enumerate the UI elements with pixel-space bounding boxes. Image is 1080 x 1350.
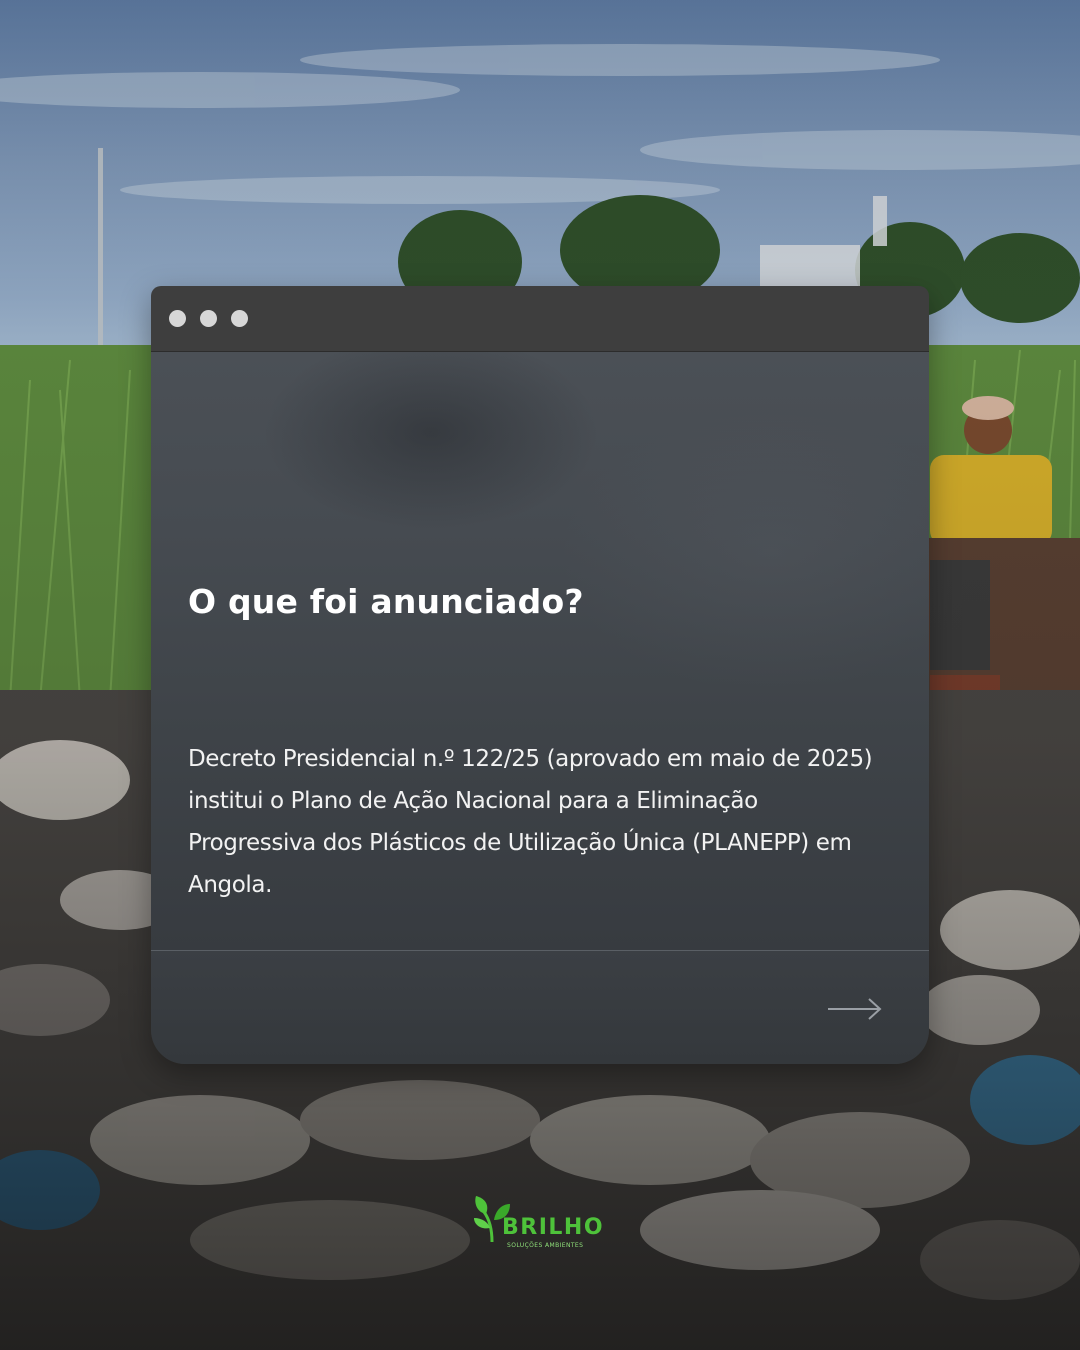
card-footer: [151, 950, 929, 1064]
card-content: O que foi anunciado? Decreto Presidencia…: [151, 352, 929, 950]
window-dot-2: [200, 310, 217, 327]
window-title-bar: [151, 286, 929, 352]
window-dot-1: [169, 310, 186, 327]
brand-logo: BRILHO SOLUÇÕES AMBIENTES: [470, 1192, 610, 1256]
brand-tagline: SOLUÇÕES AMBIENTES: [507, 1242, 584, 1249]
window-dot-3: [231, 310, 248, 327]
brand-name: BRILHO: [502, 1215, 605, 1240]
arrow-right-icon: [828, 998, 882, 1020]
card-body-text: Decreto Presidencial n.º 122/25 (aprovad…: [188, 746, 873, 898]
card-heading: O que foi anunciado?: [188, 582, 584, 621]
next-button[interactable]: [825, 992, 885, 1026]
browser-window-card: O que foi anunciado? Decreto Presidencia…: [151, 286, 929, 1064]
